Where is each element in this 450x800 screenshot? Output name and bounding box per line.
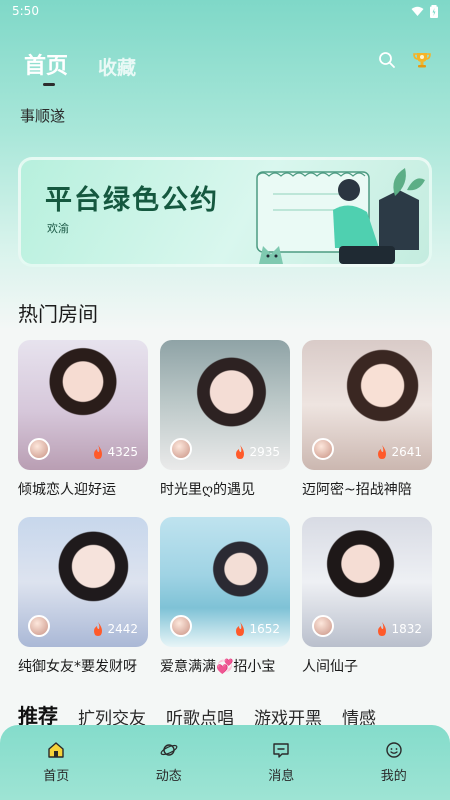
banner-subtitle: 欢渝 xyxy=(47,222,69,235)
profile-icon xyxy=(386,742,402,758)
room-name: 迈阿密~招战神陪 xyxy=(302,482,412,498)
tab-favorites[interactable]: 收藏 xyxy=(98,53,136,80)
room-name: 人间仙子 xyxy=(302,659,358,675)
trophy-icon[interactable] xyxy=(412,50,432,70)
room-heat: 2641 xyxy=(376,445,422,459)
room-host-avatar xyxy=(28,615,50,637)
room-card[interactable]: 2935 时光里ღ的遇见 xyxy=(160,340,290,499)
banner[interactable]: 平台绿色公约 欢渝 xyxy=(18,157,432,267)
room-heat-value: 4325 xyxy=(107,445,138,459)
room-name: 纯御女友*要发财呀 xyxy=(18,659,137,675)
room-card[interactable]: 1832 人间仙子 xyxy=(302,517,432,676)
room-host-avatar xyxy=(312,438,334,460)
room-host-avatar xyxy=(28,438,50,460)
hot-rooms-title: 热门房间 xyxy=(18,302,98,326)
room-host-avatar xyxy=(312,615,334,637)
room-heat: 2935 xyxy=(234,445,280,459)
planet-icon xyxy=(160,744,178,756)
room-heat: 4325 xyxy=(92,445,138,459)
nav-feed-label: 动态 xyxy=(155,769,182,784)
nav-feed[interactable]: 动态 xyxy=(129,741,209,784)
room-cover: 2935 xyxy=(160,340,290,470)
notice-marquee: 事顺遂 xyxy=(20,107,66,125)
message-icon xyxy=(273,743,289,758)
room-heat: 1832 xyxy=(376,622,422,636)
flame-icon xyxy=(236,445,245,459)
flame-icon xyxy=(94,445,103,459)
top-actions xyxy=(378,50,432,70)
room-heat-value: 1832 xyxy=(391,622,422,636)
status-bar: 5:50 xyxy=(0,0,450,22)
room-heat-value: 2442 xyxy=(107,622,138,636)
room-card[interactable]: 2641 迈阿密~招战神陪 xyxy=(302,340,432,499)
wifi-icon xyxy=(411,6,424,16)
room-card[interactable]: 4325 倾城恋人迎好运 xyxy=(18,340,148,499)
room-host-avatar xyxy=(170,438,192,460)
room-cover: 2442 xyxy=(18,517,148,647)
room-heat-value: 1652 xyxy=(249,622,280,636)
room-heat: 1652 xyxy=(234,622,280,636)
room-cover: 1832 xyxy=(302,517,432,647)
banner-illustration xyxy=(256,168,425,264)
flame-icon xyxy=(378,445,387,459)
flame-icon xyxy=(236,622,245,636)
nav-messages[interactable]: 消息 xyxy=(241,741,321,784)
room-card[interactable]: 1652 爱意满满💞招小宝 xyxy=(160,517,290,676)
nav-home-label: 首页 xyxy=(43,769,70,784)
bottom-nav: 首页 动态 消息 我的 xyxy=(0,725,450,800)
room-name: 时光里ღ的遇见 xyxy=(160,482,256,498)
nav-profile-label: 我的 xyxy=(380,769,407,784)
room-name: 爱意满满💞招小宝 xyxy=(160,659,276,675)
room-heat: 2442 xyxy=(92,622,138,636)
flame-icon xyxy=(378,622,387,636)
room-heat-value: 2641 xyxy=(391,445,422,459)
flame-icon xyxy=(94,622,103,636)
room-heat-value: 2935 xyxy=(249,445,280,459)
top-tabs: 首页 收藏 xyxy=(24,48,136,80)
room-card[interactable]: 2442 纯御女友*要发财呀 xyxy=(18,517,148,676)
search-icon[interactable] xyxy=(378,51,396,69)
banner-title: 平台绿色公约 xyxy=(45,185,219,216)
room-cover: 2641 xyxy=(302,340,432,470)
battery-icon xyxy=(430,4,438,18)
tab-home[interactable]: 首页 xyxy=(24,48,68,80)
room-cover: 4325 xyxy=(18,340,148,470)
nav-home[interactable]: 首页 xyxy=(16,741,96,784)
room-host-avatar xyxy=(170,615,192,637)
active-tab-indicator xyxy=(43,83,55,86)
status-time: 5:50 xyxy=(12,4,39,18)
room-name: 倾城恋人迎好运 xyxy=(18,482,116,498)
room-cover: 1652 xyxy=(160,517,290,647)
nav-profile[interactable]: 我的 xyxy=(354,741,434,784)
nav-messages-label: 消息 xyxy=(268,769,295,784)
home-icon xyxy=(48,742,64,758)
